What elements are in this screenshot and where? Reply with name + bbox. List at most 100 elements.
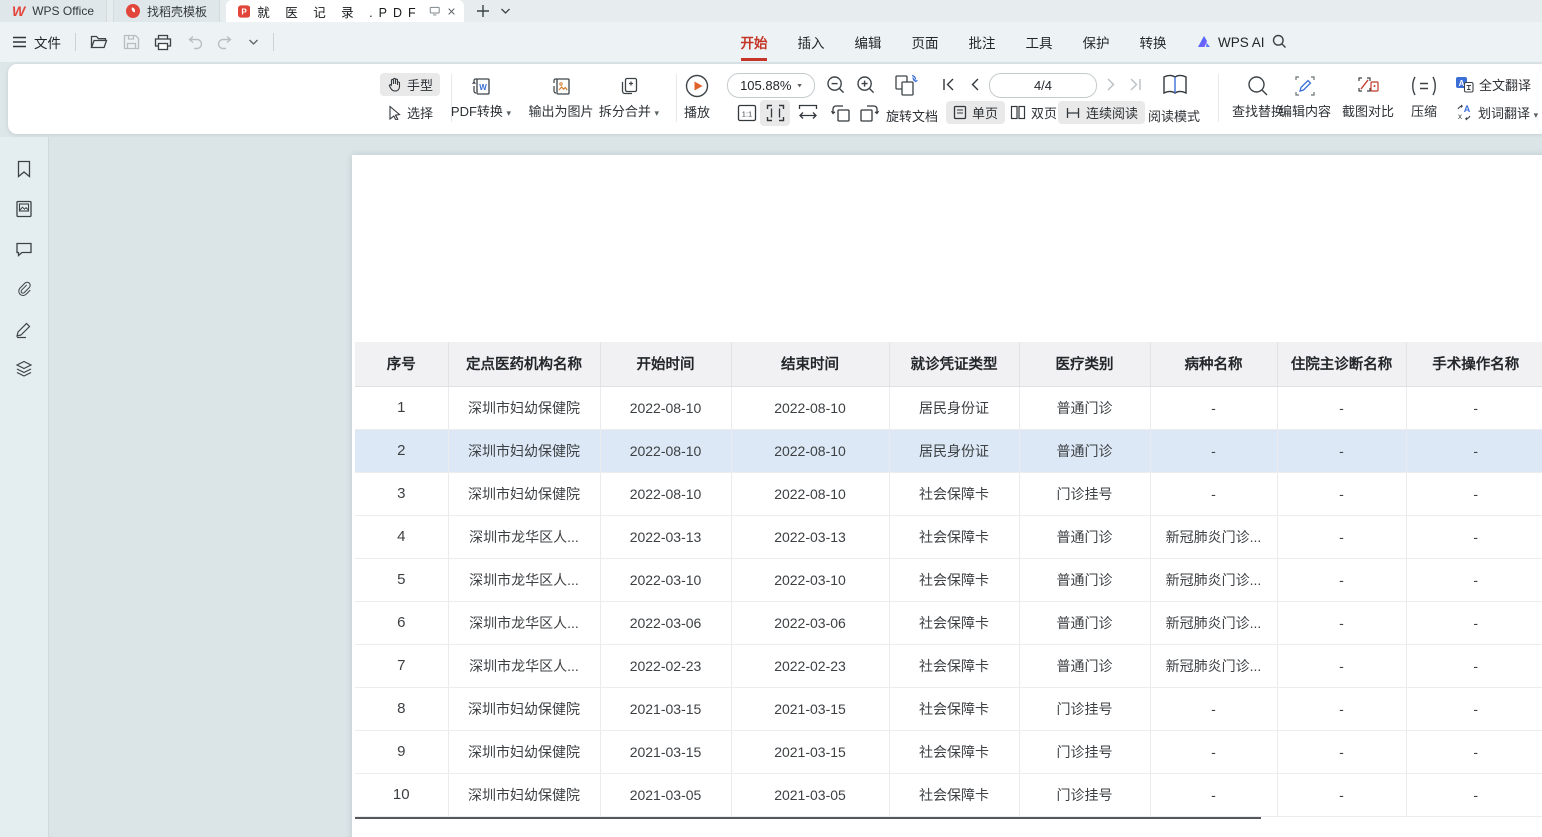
layers-icon[interactable] xyxy=(14,358,34,378)
new-tab-icon[interactable] xyxy=(476,4,490,18)
table-cell: 新冠肺炎门诊... xyxy=(1150,515,1277,558)
tab-list-chevron-icon[interactable] xyxy=(500,7,511,15)
read-mode-book-icon[interactable] xyxy=(1160,71,1190,99)
attachment-icon[interactable] xyxy=(14,279,34,299)
table-cell: 新冠肺炎门诊... xyxy=(1150,644,1277,687)
docer-icon xyxy=(126,4,140,18)
hand-icon xyxy=(387,77,402,92)
bookmark-icon[interactable] xyxy=(14,159,34,179)
main-menu-icon[interactable] xyxy=(12,36,27,48)
document-viewport[interactable]: 序号定点医药机构名称开始时间结束时间就诊凭证类型医疗类别病种名称住院主诊断名称手… xyxy=(49,137,1542,837)
play-button[interactable]: 播放 xyxy=(676,73,718,121)
word-translate-button[interactable]: A x 划词翻译 ▾ xyxy=(1448,101,1542,124)
continuous-read-icon xyxy=(1065,106,1081,120)
table-cell: - xyxy=(1406,730,1542,773)
tab-document-active[interactable]: P 就 医 记 录 .PDF xyxy=(226,0,464,22)
comment-icon[interactable] xyxy=(14,239,34,259)
tab-docer-templates[interactable]: 找稻壳模板 xyxy=(113,0,220,22)
last-page-icon[interactable] xyxy=(1128,77,1143,92)
open-file-icon[interactable] xyxy=(90,34,109,50)
table-cell: - xyxy=(1406,515,1542,558)
wps-ai-label: WPS AI xyxy=(1218,35,1265,50)
table-cell: - xyxy=(1277,429,1406,472)
document-title: 就 医 记 录 .PDF xyxy=(257,2,421,21)
first-page-icon[interactable] xyxy=(941,77,956,92)
next-page-icon[interactable] xyxy=(1105,77,1118,92)
hand-tool-button[interactable]: 手型 xyxy=(380,73,440,96)
ribbon-tab-insert[interactable]: 插入 xyxy=(797,32,825,52)
rotate-doc-label[interactable]: 旋转文档 xyxy=(886,106,938,125)
table-cell: 门诊挂号 xyxy=(1019,773,1150,816)
prev-page-icon[interactable] xyxy=(968,77,981,92)
table-row: 2深圳市妇幼保健院2022-08-102022-08-10居民身份证普通门诊--… xyxy=(355,429,1542,472)
full-translate-button[interactable]: A 全文翻译 xyxy=(1448,73,1538,96)
thumbnail-icon[interactable] xyxy=(14,199,34,219)
pdf-file-icon: P xyxy=(238,4,250,19)
edit-content-button[interactable]: 编辑内容 xyxy=(1269,74,1341,120)
table-header-cell: 序号 xyxy=(355,342,448,386)
single-page-button[interactable]: 单页 xyxy=(946,101,1005,124)
page-number-input[interactable]: 4/4 xyxy=(989,73,1097,98)
undo-icon[interactable] xyxy=(186,35,203,50)
fit-width-icon[interactable] xyxy=(798,104,818,122)
select-tool-button[interactable]: 选择 xyxy=(380,101,440,124)
menu-bar: 文件 开始 插入 编辑 页面 xyxy=(0,22,1542,62)
ribbon-tab-annotate[interactable]: 批注 xyxy=(968,32,996,52)
ribbon-tab-page[interactable]: 页面 xyxy=(911,32,939,52)
zoom-in-icon[interactable] xyxy=(856,75,876,95)
quick-access-toolbar: 文件 xyxy=(0,22,274,62)
screenshot-compare-button[interactable]: 截图对比 xyxy=(1332,74,1404,120)
rotate-right-icon[interactable] xyxy=(858,103,880,123)
wps-ai-button[interactable]: WPS AI xyxy=(1196,22,1265,62)
fit-page-button[interactable] xyxy=(760,100,790,126)
zoom-level-value: 105.88% xyxy=(740,78,791,93)
rotate-pages-icon[interactable] xyxy=(892,72,920,99)
file-menu[interactable]: 文件 xyxy=(34,32,61,52)
table-cell: - xyxy=(1150,472,1277,515)
table-cell: - xyxy=(1277,730,1406,773)
save-icon[interactable] xyxy=(123,34,140,50)
signature-pen-icon[interactable] xyxy=(14,319,34,339)
actual-size-icon[interactable]: 1:1 xyxy=(737,104,757,122)
double-page-icon xyxy=(1010,105,1026,120)
table-cell: 2022-08-10 xyxy=(600,472,731,515)
ribbon-tab-edit[interactable]: 编辑 xyxy=(854,32,882,52)
table-cell: 社会保障卡 xyxy=(889,472,1019,515)
hand-tool-label: 手型 xyxy=(407,75,433,94)
present-monitor-icon[interactable] xyxy=(429,5,440,17)
close-tab-icon[interactable] xyxy=(447,6,456,17)
print-icon[interactable] xyxy=(154,34,172,51)
export-image-button[interactable]: 输出为图片 xyxy=(526,74,596,120)
rotate-left-icon[interactable] xyxy=(830,103,852,123)
table-cell: 深圳市妇幼保健院 xyxy=(448,386,600,429)
tab-wps-office[interactable]: W WPS Office xyxy=(0,0,107,22)
menu-search-icon[interactable] xyxy=(1272,34,1287,49)
quick-access-chevron-icon[interactable] xyxy=(248,38,259,46)
full-translate-label: 全文翻译 xyxy=(1479,75,1531,94)
zoom-level-select[interactable]: 105.88% ▾ xyxy=(727,73,815,98)
ribbon-tab-convert[interactable]: 转换 xyxy=(1139,32,1167,52)
single-page-label: 单页 xyxy=(972,103,998,122)
table-cell: 2 xyxy=(355,429,448,472)
pdf-convert-button[interactable]: W PDF转换 ▾ xyxy=(446,74,516,120)
table-cell: - xyxy=(1406,601,1542,644)
screenshot-compare-icon xyxy=(1355,74,1381,98)
export-image-label: 输出为图片 xyxy=(528,101,593,120)
edit-content-icon xyxy=(1293,74,1317,98)
table-cell: 2021-03-15 xyxy=(600,730,731,773)
wps-logo-icon: W xyxy=(12,3,25,19)
continuous-read-button[interactable]: 连续阅读 xyxy=(1058,101,1145,124)
split-merge-button[interactable]: 拆分合并 ▾ xyxy=(594,74,664,120)
zoom-out-icon[interactable] xyxy=(826,75,846,95)
table-header-cell: 就诊凭证类型 xyxy=(889,342,1019,386)
redo-icon[interactable] xyxy=(217,35,234,50)
table-cell: 普通门诊 xyxy=(1019,644,1150,687)
table-row: 8深圳市妇幼保健院2021-03-152021-03-15社会保障卡门诊挂号--… xyxy=(355,687,1542,730)
table-cell: 普通门诊 xyxy=(1019,601,1150,644)
compress-button[interactable]: 压缩 xyxy=(1398,74,1450,120)
ribbon-tab-protect[interactable]: 保护 xyxy=(1082,32,1110,52)
ribbon-tab-home[interactable]: 开始 xyxy=(740,32,768,52)
read-mode-label[interactable]: 阅读模式 xyxy=(1148,106,1200,125)
table-header-cell: 手术操作名称 xyxy=(1406,342,1542,386)
ribbon-tab-tools[interactable]: 工具 xyxy=(1025,32,1053,52)
